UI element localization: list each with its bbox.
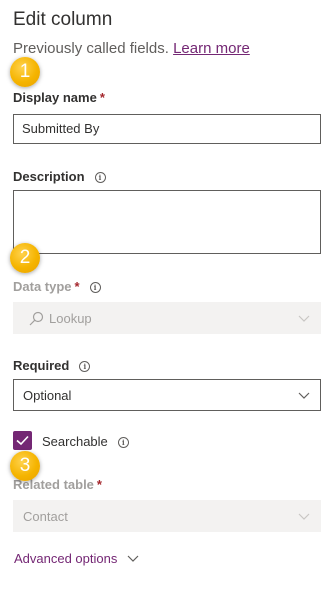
data-type-label-text: Data type: [13, 279, 72, 294]
required-marker: *: [74, 279, 80, 294]
required-marker: *: [99, 90, 105, 105]
searchable-label-text: Searchable: [42, 434, 108, 449]
searchable-checkbox[interactable]: [13, 431, 32, 450]
advanced-options-toggle[interactable]: Advanced options: [14, 551, 139, 566]
required-label: Required i: [13, 358, 91, 373]
checkmark-icon: [16, 435, 29, 446]
related-table-value: Contact: [23, 509, 68, 524]
chevron-down-icon: [127, 555, 139, 562]
chevron-down-icon: [298, 513, 310, 520]
subtitle-text: Previously called fields.: [13, 40, 169, 57]
learn-more-link[interactable]: Learn more: [173, 40, 250, 57]
info-icon[interactable]: i: [117, 437, 129, 448]
chevron-down-icon: [298, 392, 310, 399]
searchable-label: Searchable i: [42, 434, 129, 449]
description-textarea[interactable]: [13, 190, 321, 254]
required-label-text: Required: [13, 358, 70, 373]
required-marker: *: [96, 477, 102, 492]
display-name-input[interactable]: Submitted By: [13, 114, 321, 144]
required-select[interactable]: Optional: [13, 379, 321, 411]
description-label-text: Description: [13, 169, 85, 184]
info-icon[interactable]: i: [79, 361, 91, 372]
callout-badge-1: 1: [10, 57, 40, 87]
related-table-select: Contact: [13, 500, 321, 532]
panel-subtitle: Previously called fields. Learn more: [13, 40, 250, 57]
info-icon[interactable]: i: [94, 172, 106, 183]
required-value: Optional: [23, 388, 72, 403]
data-type-select: Lookup: [13, 302, 321, 334]
chevron-down-icon: [298, 315, 310, 322]
info-icon[interactable]: i: [89, 282, 101, 293]
callout-badge-3: 3: [10, 451, 40, 481]
callout-badge-2: 2: [10, 243, 40, 273]
data-type-value: Lookup: [49, 311, 92, 326]
display-name-label-text: Display name: [13, 90, 97, 105]
search-icon: [29, 311, 44, 326]
panel-title: Edit column: [13, 9, 113, 30]
data-type-label: Data type * i: [13, 279, 101, 294]
advanced-options-label: Advanced options: [14, 551, 118, 566]
description-label: Description i: [13, 169, 106, 184]
display-name-label: Display name *: [13, 90, 105, 105]
